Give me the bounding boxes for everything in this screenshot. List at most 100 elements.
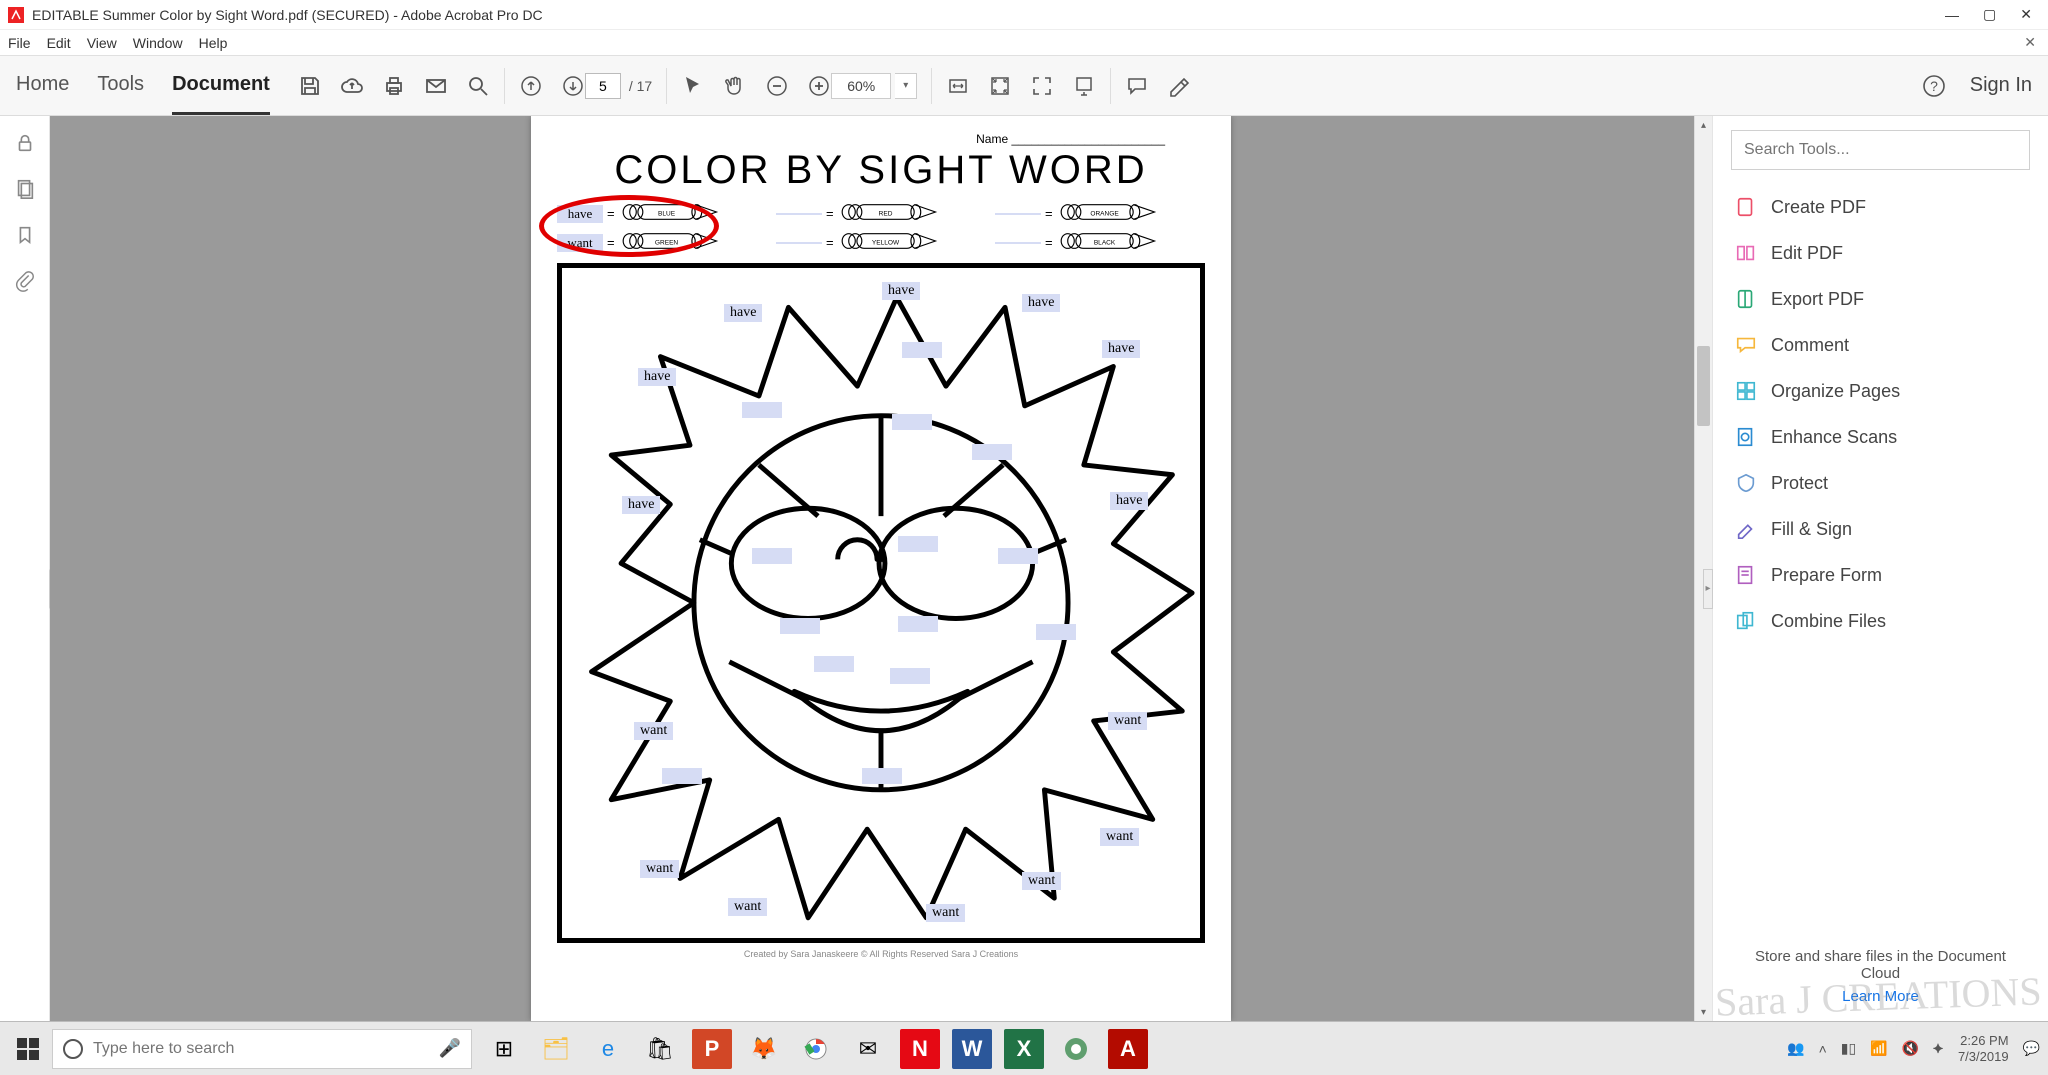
tool-combine-files[interactable]: Combine Files	[1713, 598, 2048, 644]
volume-icon[interactable]: 🔇	[1902, 1040, 1919, 1057]
legend-word-field[interactable]: want	[557, 234, 603, 252]
legend-word-field[interactable]	[995, 213, 1041, 215]
tool-create-pdf[interactable]: Create PDF	[1713, 184, 2048, 230]
fill-word-field[interactable]	[862, 768, 902, 784]
firefox-icon[interactable]: 🦊	[744, 1029, 784, 1069]
fill-word-field[interactable]	[1036, 624, 1076, 640]
tab-document[interactable]: Document	[172, 57, 270, 115]
fill-word-field[interactable]	[898, 536, 938, 552]
edge-icon[interactable]: e	[588, 1029, 628, 1069]
microphone-icon[interactable]: 🎤	[439, 1038, 461, 1059]
legend-word-field[interactable]	[776, 242, 822, 244]
help-icon[interactable]: ?	[1922, 74, 1946, 98]
zoom-out-icon[interactable]	[765, 74, 789, 98]
fill-word-field[interactable]	[890, 668, 930, 684]
attachments-icon[interactable]	[14, 270, 36, 292]
taskbar-search-input[interactable]	[93, 1040, 429, 1058]
taskbar-clock[interactable]: 2:26 PM 7/3/2019	[1958, 1033, 2009, 1064]
taskbar-search[interactable]: 🎤	[52, 1029, 472, 1069]
fill-word-field[interactable]: have	[882, 282, 920, 300]
chrome-active-icon[interactable]	[1056, 1029, 1096, 1069]
tray-chevron-icon[interactable]: ˄	[1819, 1041, 1827, 1057]
fill-word-field[interactable]	[892, 414, 932, 430]
dropbox-icon[interactable]: ⯌	[1933, 1040, 1944, 1057]
fill-word-field[interactable]: have	[1110, 492, 1148, 510]
battery-icon[interactable]: ▮▯	[1841, 1040, 1856, 1057]
learn-more-link[interactable]: Learn More	[1713, 988, 2048, 1021]
lock-icon[interactable]	[14, 132, 36, 154]
thumbnails-icon[interactable]	[14, 178, 36, 200]
fill-word-field[interactable]	[742, 402, 782, 418]
fill-word-field[interactable]	[998, 548, 1038, 564]
excel-icon[interactable]: X	[1004, 1029, 1044, 1069]
fit-width-icon[interactable]	[946, 74, 970, 98]
fill-word-field[interactable]: want	[1100, 828, 1139, 846]
tab-tools[interactable]: Tools	[97, 57, 144, 115]
fill-word-field[interactable]: have	[1022, 294, 1060, 312]
fullscreen-icon[interactable]	[1030, 74, 1054, 98]
wifi-icon[interactable]: 📶	[1870, 1040, 1887, 1057]
fill-word-field[interactable]	[902, 342, 942, 358]
document-close-button[interactable]: ✕	[2024, 34, 2036, 51]
netflix-icon[interactable]: N	[900, 1029, 940, 1069]
tool-protect[interactable]: Protect	[1713, 460, 2048, 506]
maximize-button[interactable]: ▢	[1983, 6, 1996, 23]
word-icon[interactable]: W	[952, 1029, 992, 1069]
task-view-icon[interactable]: ⊞	[484, 1029, 524, 1069]
fill-word-field[interactable]	[972, 444, 1012, 460]
fit-page-icon[interactable]	[988, 74, 1012, 98]
search-icon[interactable]	[466, 74, 490, 98]
sign-in-button[interactable]: Sign In	[1970, 74, 2032, 97]
page-number-input[interactable]	[585, 73, 621, 99]
comment-icon[interactable]	[1125, 74, 1149, 98]
fill-word-field[interactable]: want	[926, 904, 965, 922]
legend-word-field[interactable]	[776, 213, 822, 215]
select-tool-icon[interactable]	[681, 74, 705, 98]
tool-fill-sign[interactable]: Fill & Sign	[1713, 506, 2048, 552]
tools-search-box[interactable]	[1731, 130, 2030, 170]
page-up-icon[interactable]	[519, 74, 543, 98]
file-explorer-icon[interactable]: 🗂	[536, 1029, 576, 1069]
fill-word-field[interactable]	[898, 616, 938, 632]
zoom-level[interactable]: 60%	[831, 73, 891, 99]
close-button[interactable]: ✕	[2020, 6, 2032, 23]
fill-word-field[interactable]: want	[1022, 872, 1061, 890]
menu-file[interactable]: File	[8, 35, 31, 51]
fill-word-field[interactable]	[814, 656, 854, 672]
zoom-dropdown-icon[interactable]: ▾	[895, 73, 917, 99]
bookmark-icon[interactable]	[14, 224, 36, 246]
fill-word-field[interactable]: want	[640, 860, 679, 878]
scrollbar-thumb[interactable]	[1697, 346, 1710, 426]
tool-export-pdf[interactable]: Export PDF	[1713, 276, 2048, 322]
tool-edit-pdf[interactable]: Edit PDF	[1713, 230, 2048, 276]
legend-word-field[interactable]: have	[557, 205, 603, 223]
scroll-up-icon[interactable]: ▴	[1695, 116, 1712, 134]
fill-word-field[interactable]: have	[622, 496, 660, 514]
document-viewer[interactable]: Name _______________________ COLOR BY SI…	[50, 116, 1712, 1021]
tool-prepare-form[interactable]: Prepare Form	[1713, 552, 2048, 598]
tool-enhance-scans[interactable]: Enhance Scans	[1713, 414, 2048, 460]
save-icon[interactable]	[298, 74, 322, 98]
fill-word-field[interactable]: want	[634, 722, 673, 740]
page-down-icon[interactable]	[561, 74, 585, 98]
notifications-icon[interactable]: 💬	[2023, 1040, 2040, 1057]
tab-home[interactable]: Home	[16, 57, 69, 115]
mail-icon[interactable]	[424, 74, 448, 98]
menu-edit[interactable]: Edit	[47, 35, 71, 51]
people-icon[interactable]: 👥	[1787, 1040, 1804, 1057]
print-icon[interactable]	[382, 74, 406, 98]
highlight-icon[interactable]	[1167, 74, 1191, 98]
fill-word-field[interactable]: want	[1108, 712, 1147, 730]
scroll-down-icon[interactable]: ▾	[1695, 1003, 1712, 1021]
start-button[interactable]	[8, 1029, 48, 1069]
fill-word-field[interactable]	[752, 548, 792, 564]
hand-tool-icon[interactable]	[723, 74, 747, 98]
menu-view[interactable]: View	[87, 35, 117, 51]
menu-window[interactable]: Window	[133, 35, 183, 51]
fill-word-field[interactable]: have	[638, 368, 676, 386]
powerpoint-icon[interactable]: P	[692, 1029, 732, 1069]
fill-word-field[interactable]: want	[728, 898, 767, 916]
cloud-icon[interactable]	[340, 74, 364, 98]
acrobat-task-icon[interactable]: A	[1108, 1029, 1148, 1069]
minimize-button[interactable]: —	[1945, 7, 1959, 23]
